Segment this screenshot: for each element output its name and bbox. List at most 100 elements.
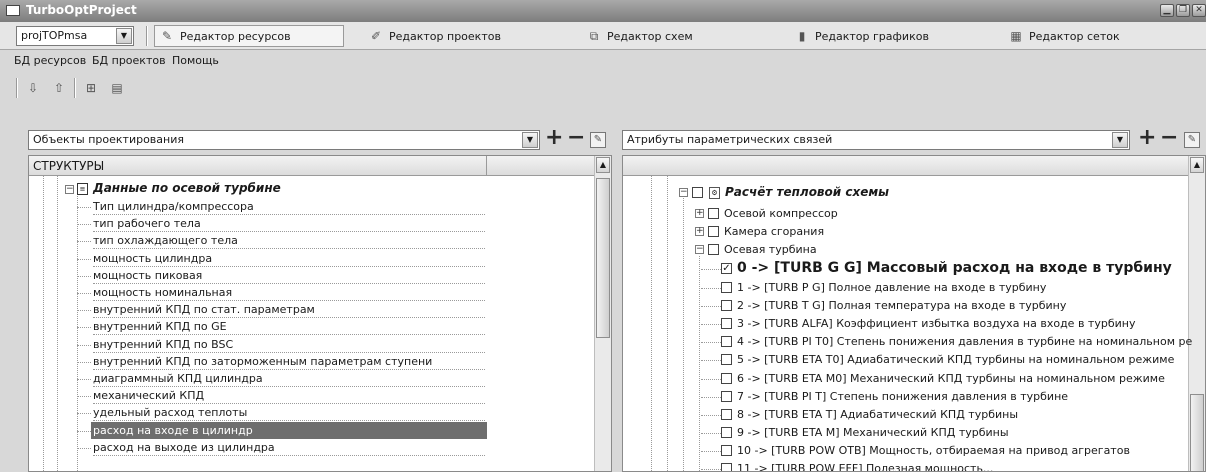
expand-icon[interactable]: + [695, 227, 704, 236]
checked-item-checkbox[interactable]: ✓ [721, 263, 732, 274]
tree-connector [77, 207, 91, 208]
attribute-item[interactable]: 1 -> [TURB P G] Полное давление на входе… [737, 279, 1046, 296]
structures-scrollbar[interactable]: ▲ [594, 156, 611, 471]
attribute-item[interactable]: 6 -> [TURB ETA M0] Механический КПД турб… [737, 370, 1165, 387]
tab-resource-editor[interactable]: ✎ Редактор ресурсов [154, 25, 344, 47]
group-checkbox[interactable] [708, 244, 719, 255]
tab-project-editor[interactable]: ✐ Редактор проектов [364, 25, 501, 47]
tree-root-title[interactable]: Расчёт тепловой схемы [725, 184, 889, 201]
attribute-item[interactable]: 5 -> [TURB ETA T0] Адиабатический КПД ту… [737, 351, 1174, 368]
attribute-checkbox[interactable] [721, 336, 732, 347]
project-combo[interactable]: projTOPmsa ▼ [16, 26, 134, 46]
database-add-icon[interactable]: ⊞ [80, 78, 102, 98]
editor-toolbar: projTOPmsa ▼ ✎ Редактор ресурсов ✐ Редак… [0, 22, 1206, 50]
attributes-scrollbar[interactable]: ▲ [1188, 156, 1205, 471]
structure-item[interactable]: механический КПД [91, 387, 487, 404]
attribute-checkbox[interactable] [721, 445, 732, 456]
attribute-checkbox[interactable] [721, 354, 732, 365]
close-icon[interactable]: ✕ [1192, 4, 1206, 17]
tree-guide-line [651, 176, 652, 471]
edit-object-icon[interactable]: ✎ [590, 132, 606, 148]
menu-resources-db[interactable]: БД ресурсов [14, 54, 86, 67]
group-checkbox[interactable] [708, 226, 719, 237]
remove-attribute-button[interactable]: − [1160, 127, 1178, 149]
add-object-button[interactable]: + [545, 127, 563, 149]
attribute-item[interactable]: 3 -> [TURB ALFA] Коэффициент избытка воз… [737, 315, 1135, 332]
attribute-checkbox[interactable] [721, 300, 732, 311]
structure-item[interactable]: удельный расход теплоты [91, 404, 487, 421]
attribute-item[interactable]: 2 -> [TURB T G] Полная температура на вх… [737, 297, 1066, 314]
collapse-icon[interactable]: − [679, 188, 688, 197]
tree-connector [701, 324, 721, 325]
tab-grid-editor[interactable]: ▦ Редактор сеток [1004, 25, 1119, 47]
restore-icon[interactable]: ❐ [1176, 4, 1190, 17]
tree-connector [77, 362, 91, 363]
attribute-checkbox[interactable] [721, 282, 732, 293]
structure-item[interactable]: расход на выходе из цилиндра [91, 439, 487, 456]
attribute-item[interactable]: 4 -> [TURB PI T0] Степень понижения давл… [737, 333, 1192, 350]
structure-item[interactable]: внутренний КПД по GE [91, 318, 487, 335]
attribute-checkbox[interactable] [721, 318, 732, 329]
tab-chart-editor[interactable]: ▮ Редактор графиков [790, 25, 929, 47]
tree-guide-line [699, 256, 700, 471]
structure-item[interactable]: внутренний КПД по заторможенным параметр… [91, 353, 487, 370]
attribute-checkbox[interactable] [721, 391, 732, 402]
structures-column-header[interactable]: СТРУКТУРЫ [29, 156, 487, 176]
chevron-down-icon[interactable]: ▼ [116, 28, 132, 44]
root-checkbox[interactable] [692, 187, 703, 198]
structure-item[interactable]: диаграммный КПД цилиндра [91, 370, 487, 387]
tree-connector [701, 397, 721, 398]
tab-label: Редактор проектов [389, 29, 501, 43]
structure-item[interactable]: мощность пиковая [91, 267, 487, 284]
scroll-up-icon[interactable]: ▲ [596, 157, 610, 173]
edit-attribute-icon[interactable]: ✎ [1184, 132, 1200, 148]
attribute-checkbox[interactable] [721, 409, 732, 420]
attribute-item[interactable]: 11 -> [TURB POW EFF] Полезная мощность..… [737, 460, 993, 471]
attribute-item[interactable]: 10 -> [TURB POW OTB] Мощность, отбираема… [737, 442, 1130, 459]
attribute-checkbox[interactable] [721, 427, 732, 438]
import-icon[interactable]: ⇩ [22, 78, 44, 98]
collapse-icon[interactable]: − [695, 245, 704, 254]
toolbar-separator [146, 26, 148, 46]
structures-column-header-2[interactable] [487, 156, 597, 176]
minimize-icon[interactable]: ▁ [1160, 4, 1174, 17]
export-icon[interactable]: ⇧ [48, 78, 70, 98]
collapse-icon[interactable]: − [65, 185, 74, 194]
structure-item[interactable]: тип рабочего тела [91, 215, 487, 232]
scrollbar-thumb[interactable] [1190, 394, 1204, 471]
chevron-down-icon[interactable]: ▼ [1112, 132, 1128, 148]
structure-item[interactable]: внутренний КПД по BSC [91, 336, 487, 353]
structure-item[interactable]: внутренний КПД по стат. параметрам [91, 301, 487, 318]
attribute-item[interactable]: 7 -> [TURB PI T] Степень понижения давле… [737, 388, 1068, 405]
scrollbar-thumb[interactable] [596, 178, 610, 338]
attributes-column-header[interactable] [623, 156, 1189, 176]
design-objects-combo[interactable]: Объекты проектирования ▼ [28, 130, 540, 150]
structure-item[interactable]: мощность номинальная [91, 284, 487, 301]
group-checkbox[interactable] [708, 208, 719, 219]
menu-projects-db[interactable]: БД проектов [92, 54, 166, 67]
attribute-group[interactable]: Осевой компрессор [724, 205, 838, 222]
database-icon[interactable]: ▤ [106, 78, 128, 98]
structure-item[interactable]: тип охлаждающего тела [91, 232, 487, 249]
add-attribute-button[interactable]: + [1138, 127, 1156, 149]
scroll-up-icon[interactable]: ▲ [1190, 157, 1204, 173]
attribute-item[interactable]: 8 -> [TURB ETA T] Адиабатический КПД тур… [737, 406, 1018, 423]
attribute-checkbox[interactable] [721, 463, 732, 471]
structure-item[interactable]: расход на входе в цилиндр [91, 422, 487, 439]
chevron-down-icon[interactable]: ▼ [522, 132, 538, 148]
expand-icon[interactable]: + [695, 209, 704, 218]
checked-attribute-item[interactable]: 0 -> [TURB G G] Массовый расход на входе… [737, 260, 1172, 277]
attribute-group[interactable]: Осевая турбина [724, 241, 817, 258]
attribute-checkbox[interactable] [721, 373, 732, 384]
parametric-attributes-combo[interactable]: Атрибуты параметрических связей ▼ [622, 130, 1130, 150]
tab-scheme-editor[interactable]: ⧉ Редактор схем [582, 25, 693, 47]
attribute-item[interactable]: 9 -> [TURB ETA M] Механический КПД турби… [737, 424, 1009, 441]
tree-group-title[interactable]: Данные по осевой турбине [93, 180, 281, 197]
attribute-group[interactable]: Камера сгорания [724, 223, 824, 240]
remove-object-button[interactable]: − [567, 127, 585, 149]
structure-item[interactable]: Тип цилиндра/компрессора [91, 198, 487, 215]
menu-help[interactable]: Помощь [172, 54, 219, 67]
tree-connector [701, 379, 721, 380]
structure-item[interactable]: мощность цилиндра [91, 250, 487, 267]
tree-connector [77, 293, 91, 294]
